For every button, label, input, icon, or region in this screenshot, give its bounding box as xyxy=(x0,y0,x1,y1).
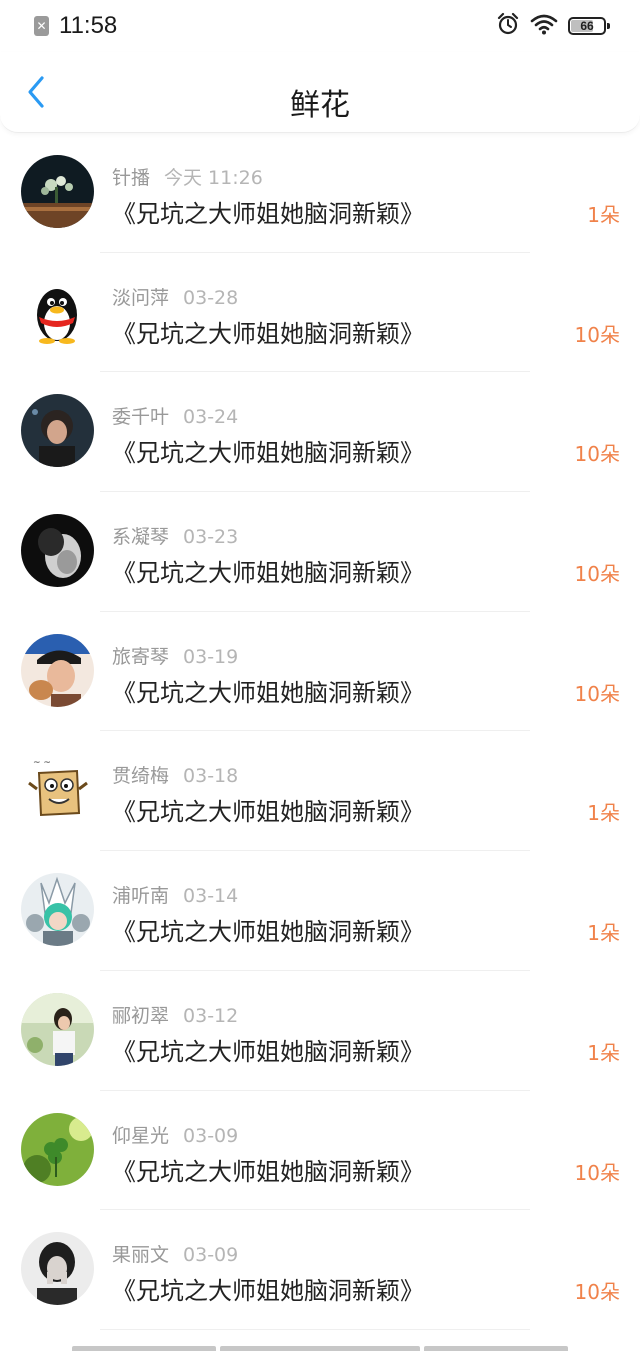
bottom-scroll-indicator xyxy=(72,1346,568,1351)
status-left: ✕ 11:58 xyxy=(34,10,117,42)
sender-name: 果丽文 xyxy=(112,1244,170,1267)
avatar[interactable] xyxy=(21,514,94,588)
sender-name: 淡问萍 xyxy=(112,286,170,309)
gift-meta: 系凝琴 03-23 xyxy=(112,522,238,549)
book-title: 《兄坑之大师姐她脑洞新颖》 xyxy=(112,200,424,228)
status-bar: ✕ 11:58 66 xyxy=(0,0,640,52)
flower-amount: 10朵 xyxy=(574,562,620,587)
flower-gift-list: 针播 今天 11:26 《兄坑之大师姐她脑洞新颖》 1朵 淡问萍 03-28 《兄坑之大师姐… xyxy=(0,133,640,1330)
gift-date: 03-14 xyxy=(183,885,239,908)
sender-name: 委千叶 xyxy=(112,406,170,429)
gift-date: 03-24 xyxy=(183,406,239,429)
sender-name: 旅寄琴 xyxy=(112,645,170,668)
gift-meta: 针播 今天 11:26 xyxy=(112,163,263,190)
gift-meta: 委千叶 03-24 xyxy=(112,402,238,429)
gift-date: 03-28 xyxy=(183,286,239,309)
avatar[interactable] xyxy=(21,155,94,228)
avatar[interactable] xyxy=(21,1112,94,1186)
status-right: 66 xyxy=(496,12,610,40)
gift-meta: 郦初翠 03-12 xyxy=(112,1001,238,1028)
book-title: 《兄坑之大师姐她脑洞新颖》 xyxy=(112,1037,424,1066)
sender-name: 郦初翠 xyxy=(112,1004,170,1027)
svg-text:~ ~: ~ ~ xyxy=(33,758,51,768)
flower-amount: 1朵 xyxy=(587,921,620,946)
list-item[interactable]: 果丽文 03-09 《兄坑之大师姐她脑洞新颖》 10朵 xyxy=(0,1210,640,1330)
gift-meta: 仰星光 03-09 xyxy=(112,1121,238,1148)
battery-percent: 66 xyxy=(580,19,594,33)
flower-amount: 10朵 xyxy=(574,322,620,347)
wifi-icon xyxy=(530,13,558,39)
gift-date: 03-09 xyxy=(183,1244,239,1267)
book-title: 《兄坑之大师姐她脑洞新颖》 xyxy=(112,918,424,947)
alarm-clock-icon xyxy=(496,12,520,40)
list-item[interactable]: 浦听南 03-14 《兄坑之大师姐她脑洞新颖》 1朵 xyxy=(0,851,640,971)
flower-amount: 1朵 xyxy=(587,203,620,227)
book-title: 《兄坑之大师姐她脑洞新颖》 xyxy=(112,559,424,588)
divider xyxy=(100,1328,530,1330)
gift-date: 03-23 xyxy=(183,526,239,549)
sim-error-icon: ✕ xyxy=(34,16,49,36)
flower-amount: 1朵 xyxy=(587,1040,620,1065)
book-title: 《兄坑之大师姐她脑洞新颖》 xyxy=(112,1277,424,1306)
flower-amount: 10朵 xyxy=(574,442,620,467)
list-item[interactable]: 旅寄琴 03-19 《兄坑之大师姐她脑洞新颖》 10朵 xyxy=(0,612,640,732)
list-item[interactable]: 郦初翠 03-12 《兄坑之大师姐她脑洞新颖》 1朵 xyxy=(0,971,640,1091)
avatar[interactable] xyxy=(21,992,94,1066)
gift-meta: 果丽文 03-09 xyxy=(112,1240,238,1267)
page-title: 鲜花 xyxy=(290,88,350,123)
gift-date: 03-19 xyxy=(183,645,239,668)
sender-name: 浦听南 xyxy=(112,885,170,908)
gift-meta: 旅寄琴 03-19 xyxy=(112,642,238,669)
book-title: 《兄坑之大师姐她脑洞新颖》 xyxy=(112,439,424,468)
gift-meta: 浦听南 03-14 xyxy=(112,881,238,908)
battery-indicator: 66 xyxy=(568,17,610,35)
gift-meta: 贯绮梅 03-18 xyxy=(112,761,238,788)
sender-name: 系凝琴 xyxy=(112,526,170,549)
gift-date: 03-09 xyxy=(183,1124,239,1147)
sender-name: 贯绮梅 xyxy=(112,765,170,788)
book-title: 《兄坑之大师姐她脑洞新颖》 xyxy=(112,319,424,348)
flower-amount: 1朵 xyxy=(587,801,620,826)
avatar[interactable] xyxy=(21,633,94,707)
book-title: 《兄坑之大师姐她脑洞新颖》 xyxy=(112,798,424,827)
gift-date: 03-12 xyxy=(183,1004,239,1027)
list-item[interactable]: ~ ~ 贯绮梅 03-18 《兄坑之大师姐她脑洞新颖》 1朵 xyxy=(0,731,640,852)
sender-name: 针播 xyxy=(112,167,151,189)
gift-date: 03-18 xyxy=(183,765,239,788)
flower-amount: 10朵 xyxy=(574,681,620,706)
header: 鲜花 xyxy=(0,52,640,133)
list-item[interactable]: 淡问萍 03-28 《兄坑之大师姐她脑洞新颖》 10朵 xyxy=(0,253,640,373)
sender-name: 仰星光 xyxy=(112,1124,170,1147)
flower-amount: 10朵 xyxy=(574,1280,620,1305)
list-item[interactable]: 委千叶 03-24 《兄坑之大师姐她脑洞新颖》 10朵 xyxy=(0,372,640,493)
avatar[interactable] xyxy=(21,274,94,348)
book-title: 《兄坑之大师姐她脑洞新颖》 xyxy=(112,678,424,707)
list-item[interactable]: 系凝琴 03-23 《兄坑之大师姐她脑洞新颖》 10朵 xyxy=(0,492,640,612)
gift-meta: 淡问萍 03-28 xyxy=(112,283,238,310)
list-item[interactable]: 仰星光 03-09 《兄坑之大师姐她脑洞新颖》 10朵 xyxy=(0,1091,640,1211)
book-title: 《兄坑之大师姐她脑洞新颖》 xyxy=(112,1157,424,1186)
list-item[interactable]: 针播 今天 11:26 《兄坑之大师姐她脑洞新颖》 1朵 xyxy=(0,133,640,253)
flower-amount: 10朵 xyxy=(574,1160,620,1185)
avatar[interactable]: ~ ~ xyxy=(21,753,94,827)
avatar[interactable] xyxy=(21,394,94,468)
gift-date: 今天 11:26 xyxy=(164,167,263,189)
status-time: 11:58 xyxy=(59,12,118,39)
avatar[interactable] xyxy=(21,873,94,947)
avatar[interactable] xyxy=(21,1232,94,1306)
